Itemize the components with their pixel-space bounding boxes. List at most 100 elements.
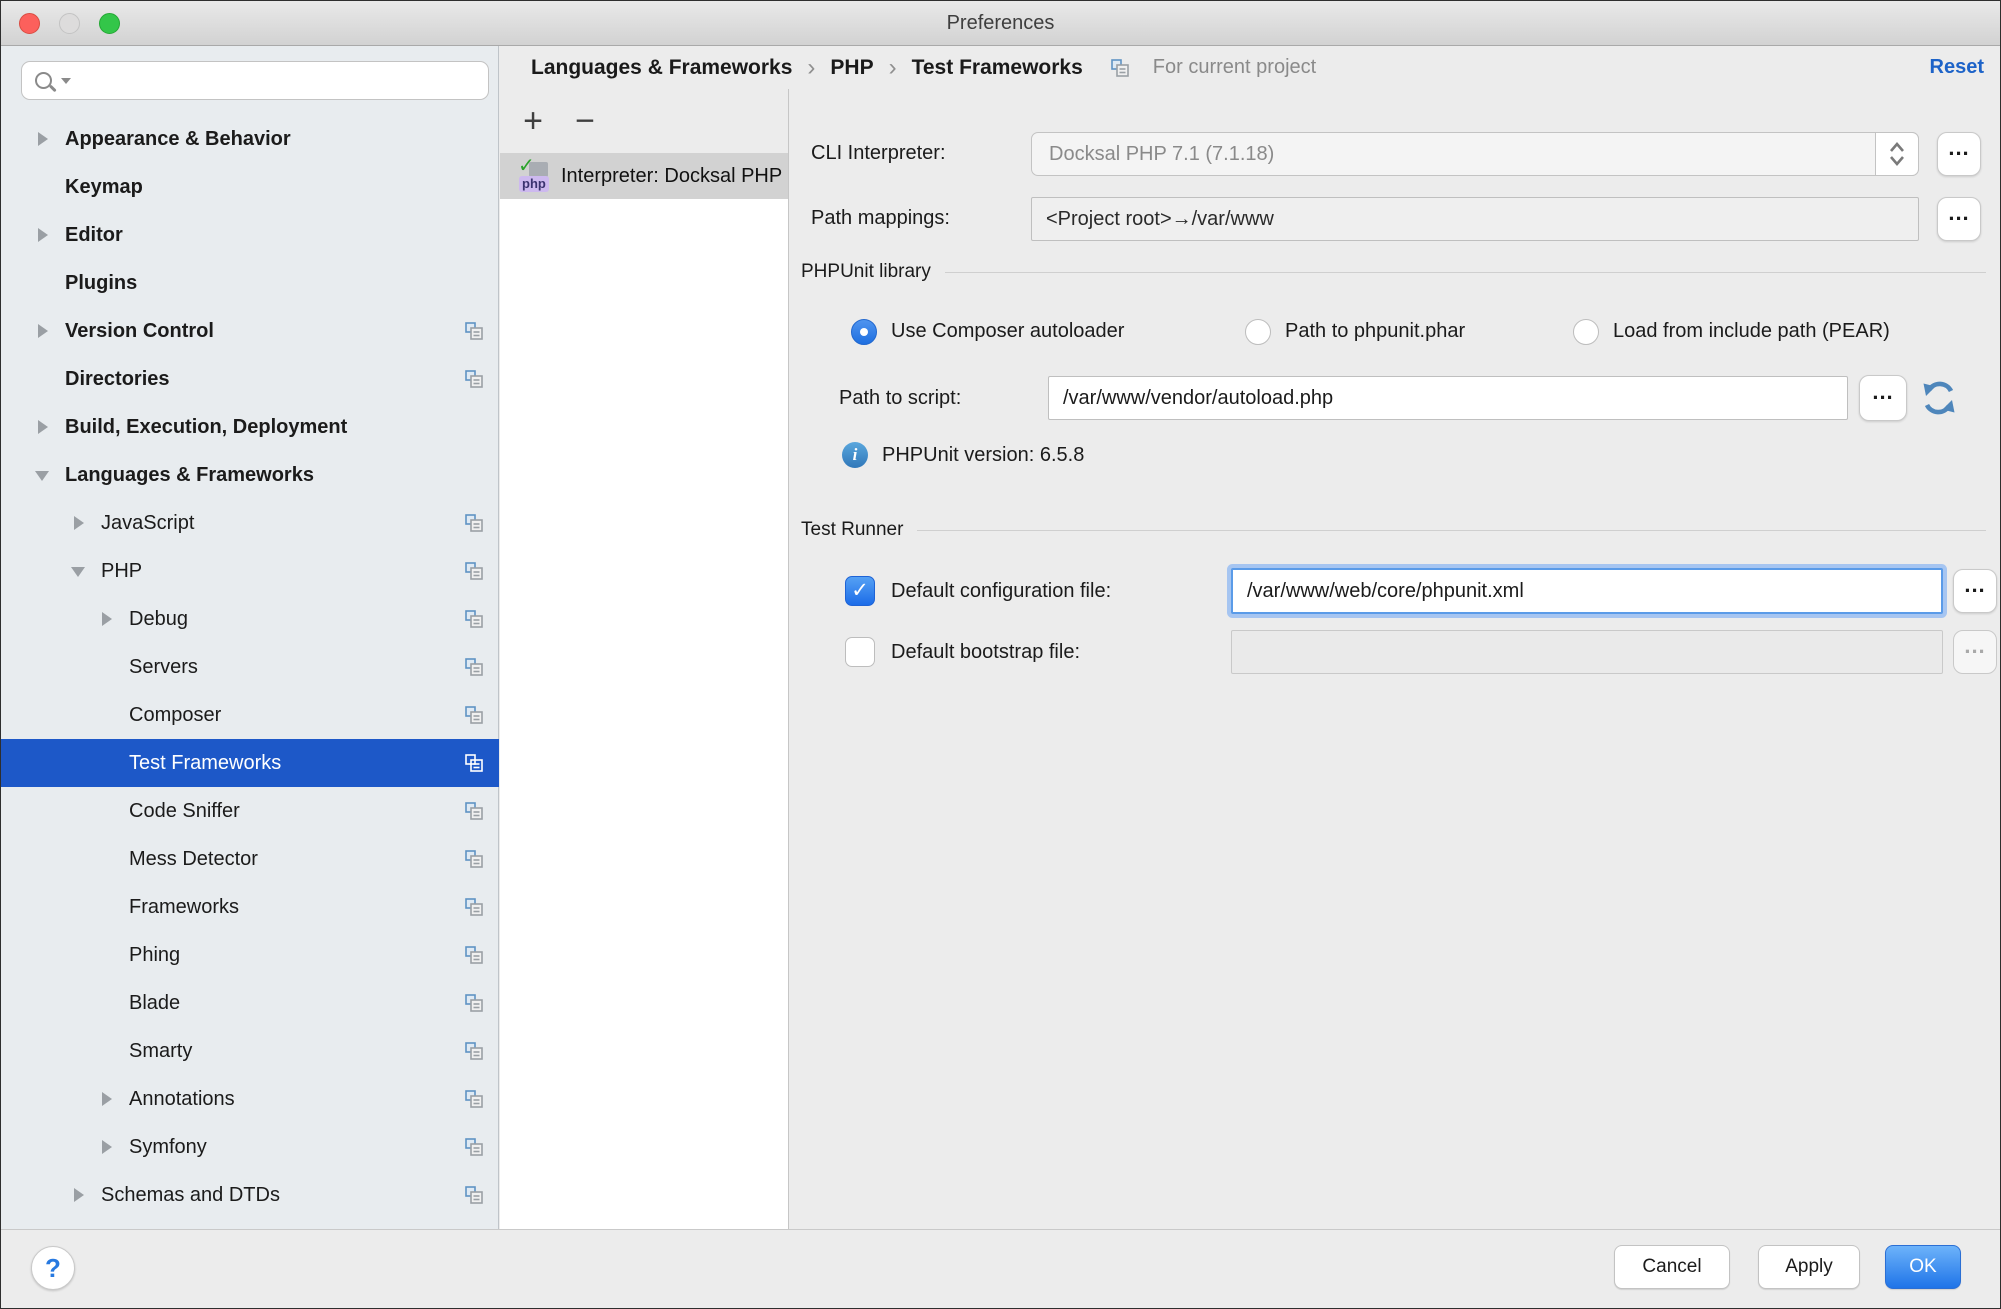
per-project-settings-icon [463, 656, 485, 678]
help-button[interactable]: ? [31, 1246, 75, 1290]
phpunit-library-section: PHPUnit library [801, 261, 1986, 283]
sidebar-item-label: Symfony [129, 1136, 207, 1159]
chevron-collapsed-icon[interactable] [99, 1091, 115, 1107]
radio-use-composer-autoloader[interactable] [851, 319, 877, 345]
sidebar-item-smarty[interactable]: Smarty [1, 1027, 499, 1075]
breadcrumb-php[interactable]: PHP [830, 56, 873, 80]
sidebar-item-composer[interactable]: Composer [1, 691, 499, 739]
sidebar-item-languages-frameworks[interactable]: Languages & Frameworks [1, 451, 499, 499]
sidebar-item-editor[interactable]: Editor [1, 211, 499, 259]
breadcrumb-test-frameworks[interactable]: Test Frameworks [912, 56, 1083, 80]
stepper-icon[interactable] [1875, 132, 1919, 176]
settings-sidebar: Appearance & BehaviorKeymapEditorPlugins… [1, 46, 499, 1229]
interpreter-list-item[interactable]: php✓ Interpreter: Docksal PHP 7.1 [500, 153, 788, 199]
breadcrumb-languages-frameworks[interactable]: Languages & Frameworks [531, 56, 792, 80]
sidebar-item-label: Blade [129, 992, 180, 1015]
sidebar-item-label: Servers [129, 656, 198, 679]
sidebar-item-blade[interactable]: Blade [1, 979, 499, 1027]
default-bootstrap-browse-button[interactable]: ... [1953, 630, 1997, 674]
cli-interpreter-select[interactable]: Docksal PHP 7.1 (7.1.18) [1031, 132, 1919, 176]
chevron-collapsed-icon[interactable] [35, 227, 51, 243]
ok-button[interactable]: OK [1885, 1245, 1961, 1289]
sidebar-item-keymap[interactable]: Keymap [1, 163, 499, 211]
per-project-settings-icon [463, 800, 485, 822]
per-project-settings-icon [463, 944, 485, 966]
sidebar-item-label: Annotations [129, 1088, 235, 1111]
radio-load-from-include-path[interactable] [1573, 319, 1599, 345]
sidebar-item-label: Frameworks [129, 896, 239, 919]
chevron-collapsed-icon[interactable] [99, 611, 115, 627]
chevron-collapsed-icon[interactable] [71, 1187, 87, 1203]
sidebar-item-label: Version Control [65, 320, 214, 343]
zoom-button[interactable] [99, 13, 120, 34]
chevron-expanded-icon[interactable] [35, 467, 51, 483]
radio-path-to-phpunit-phar[interactable] [1245, 319, 1271, 345]
titlebar: Preferences [1, 1, 2000, 46]
apply-button[interactable]: Apply [1758, 1245, 1860, 1289]
interpreter-list: php✓ Interpreter: Docksal PHP 7.1 [500, 153, 788, 1229]
minimize-button [59, 13, 80, 34]
sidebar-item-servers[interactable]: Servers [1, 643, 499, 691]
default-configuration-checkbox[interactable]: ✓ [845, 576, 875, 606]
chevron-expanded-icon[interactable] [71, 563, 87, 579]
chevron-collapsed-icon[interactable] [71, 515, 87, 531]
reload-phpunit-version-icon[interactable] [1919, 378, 1959, 423]
reset-link[interactable]: Reset [1930, 56, 1984, 79]
default-bootstrap-label[interactable]: Default bootstrap file: [891, 641, 1080, 664]
cancel-button[interactable]: Cancel [1614, 1245, 1730, 1289]
sidebar-item-schemas-and-dtds[interactable]: Schemas and DTDs [1, 1171, 499, 1219]
path-to-script-browse-button[interactable]: ... [1859, 375, 1907, 421]
per-project-settings-icon [463, 1136, 485, 1158]
sidebar-item-php[interactable]: PHP [1, 547, 499, 595]
default-configuration-browse-button[interactable]: ... [1953, 569, 1997, 613]
cli-interpreter-browse-button[interactable]: ... [1937, 132, 1981, 176]
chevron-collapsed-icon[interactable] [35, 419, 51, 435]
tree-indent [35, 275, 51, 291]
sidebar-item-debug[interactable]: Debug [1, 595, 499, 643]
chevron-collapsed-icon[interactable] [99, 1139, 115, 1155]
interpreter-label: Interpreter: Docksal PHP 7.1 [561, 165, 788, 188]
radio-path-to-phpunit-phar-label[interactable]: Path to phpunit.phar [1285, 320, 1465, 343]
preferences-window: Preferences Appearance & BehaviorKeymapE… [0, 0, 2001, 1309]
default-bootstrap-checkbox[interactable] [845, 637, 875, 667]
sidebar-item-mess-detector[interactable]: Mess Detector [1, 835, 499, 883]
tree-indent [99, 659, 115, 675]
close-button[interactable] [19, 13, 40, 34]
sidebar-item-javascript[interactable]: JavaScript [1, 499, 499, 547]
default-bootstrap-field[interactable] [1231, 630, 1943, 674]
sidebar-item-annotations[interactable]: Annotations [1, 1075, 499, 1123]
sidebar-item-label: Debug [129, 608, 188, 631]
search-input[interactable] [79, 66, 488, 96]
section-divider [917, 530, 1986, 531]
per-project-settings-icon [463, 752, 485, 774]
sidebar-item-plugins[interactable]: Plugins [1, 259, 499, 307]
phpunit-version-text: PHPUnit version: 6.5.8 [882, 444, 1084, 467]
path-to-script-field[interactable] [1048, 376, 1848, 420]
sidebar-item-test-frameworks[interactable]: Test Frameworks [1, 739, 499, 787]
chevron-collapsed-icon[interactable] [35, 323, 51, 339]
sidebar-item-directories[interactable]: Directories [1, 355, 499, 403]
settings-search[interactable] [21, 61, 489, 100]
per-project-settings-icon [463, 848, 485, 870]
path-mappings-field[interactable] [1031, 197, 1919, 241]
sidebar-item-symfony[interactable]: Symfony [1, 1123, 499, 1171]
sidebar-item-label: JavaScript [101, 512, 194, 535]
search-options-caret-icon[interactable] [61, 78, 71, 84]
remove-button[interactable]: − [570, 106, 600, 136]
radio-use-composer-autoloader-label[interactable]: Use Composer autoloader [891, 320, 1124, 343]
sidebar-item-frameworks[interactable]: Frameworks [1, 883, 499, 931]
default-configuration-label[interactable]: Default configuration file: [891, 580, 1111, 603]
default-configuration-field[interactable] [1231, 568, 1943, 614]
sidebar-item-build-execution-deployment[interactable]: Build, Execution, Deployment [1, 403, 499, 451]
sidebar-item-appearance-behavior[interactable]: Appearance & Behavior [1, 115, 499, 163]
sidebar-item-phing[interactable]: Phing [1, 931, 499, 979]
radio-load-from-include-path-label[interactable]: Load from include path (PEAR) [1613, 320, 1890, 343]
per-project-settings-icon [463, 704, 485, 726]
tree-indent [99, 803, 115, 819]
sidebar-item-version-control[interactable]: Version Control [1, 307, 499, 355]
chevron-collapsed-icon[interactable] [35, 131, 51, 147]
add-button[interactable]: + [518, 106, 548, 136]
sidebar-item-code-sniffer[interactable]: Code Sniffer [1, 787, 499, 835]
tree-indent [99, 1043, 115, 1059]
path-mappings-browse-button[interactable]: ... [1937, 197, 1981, 241]
